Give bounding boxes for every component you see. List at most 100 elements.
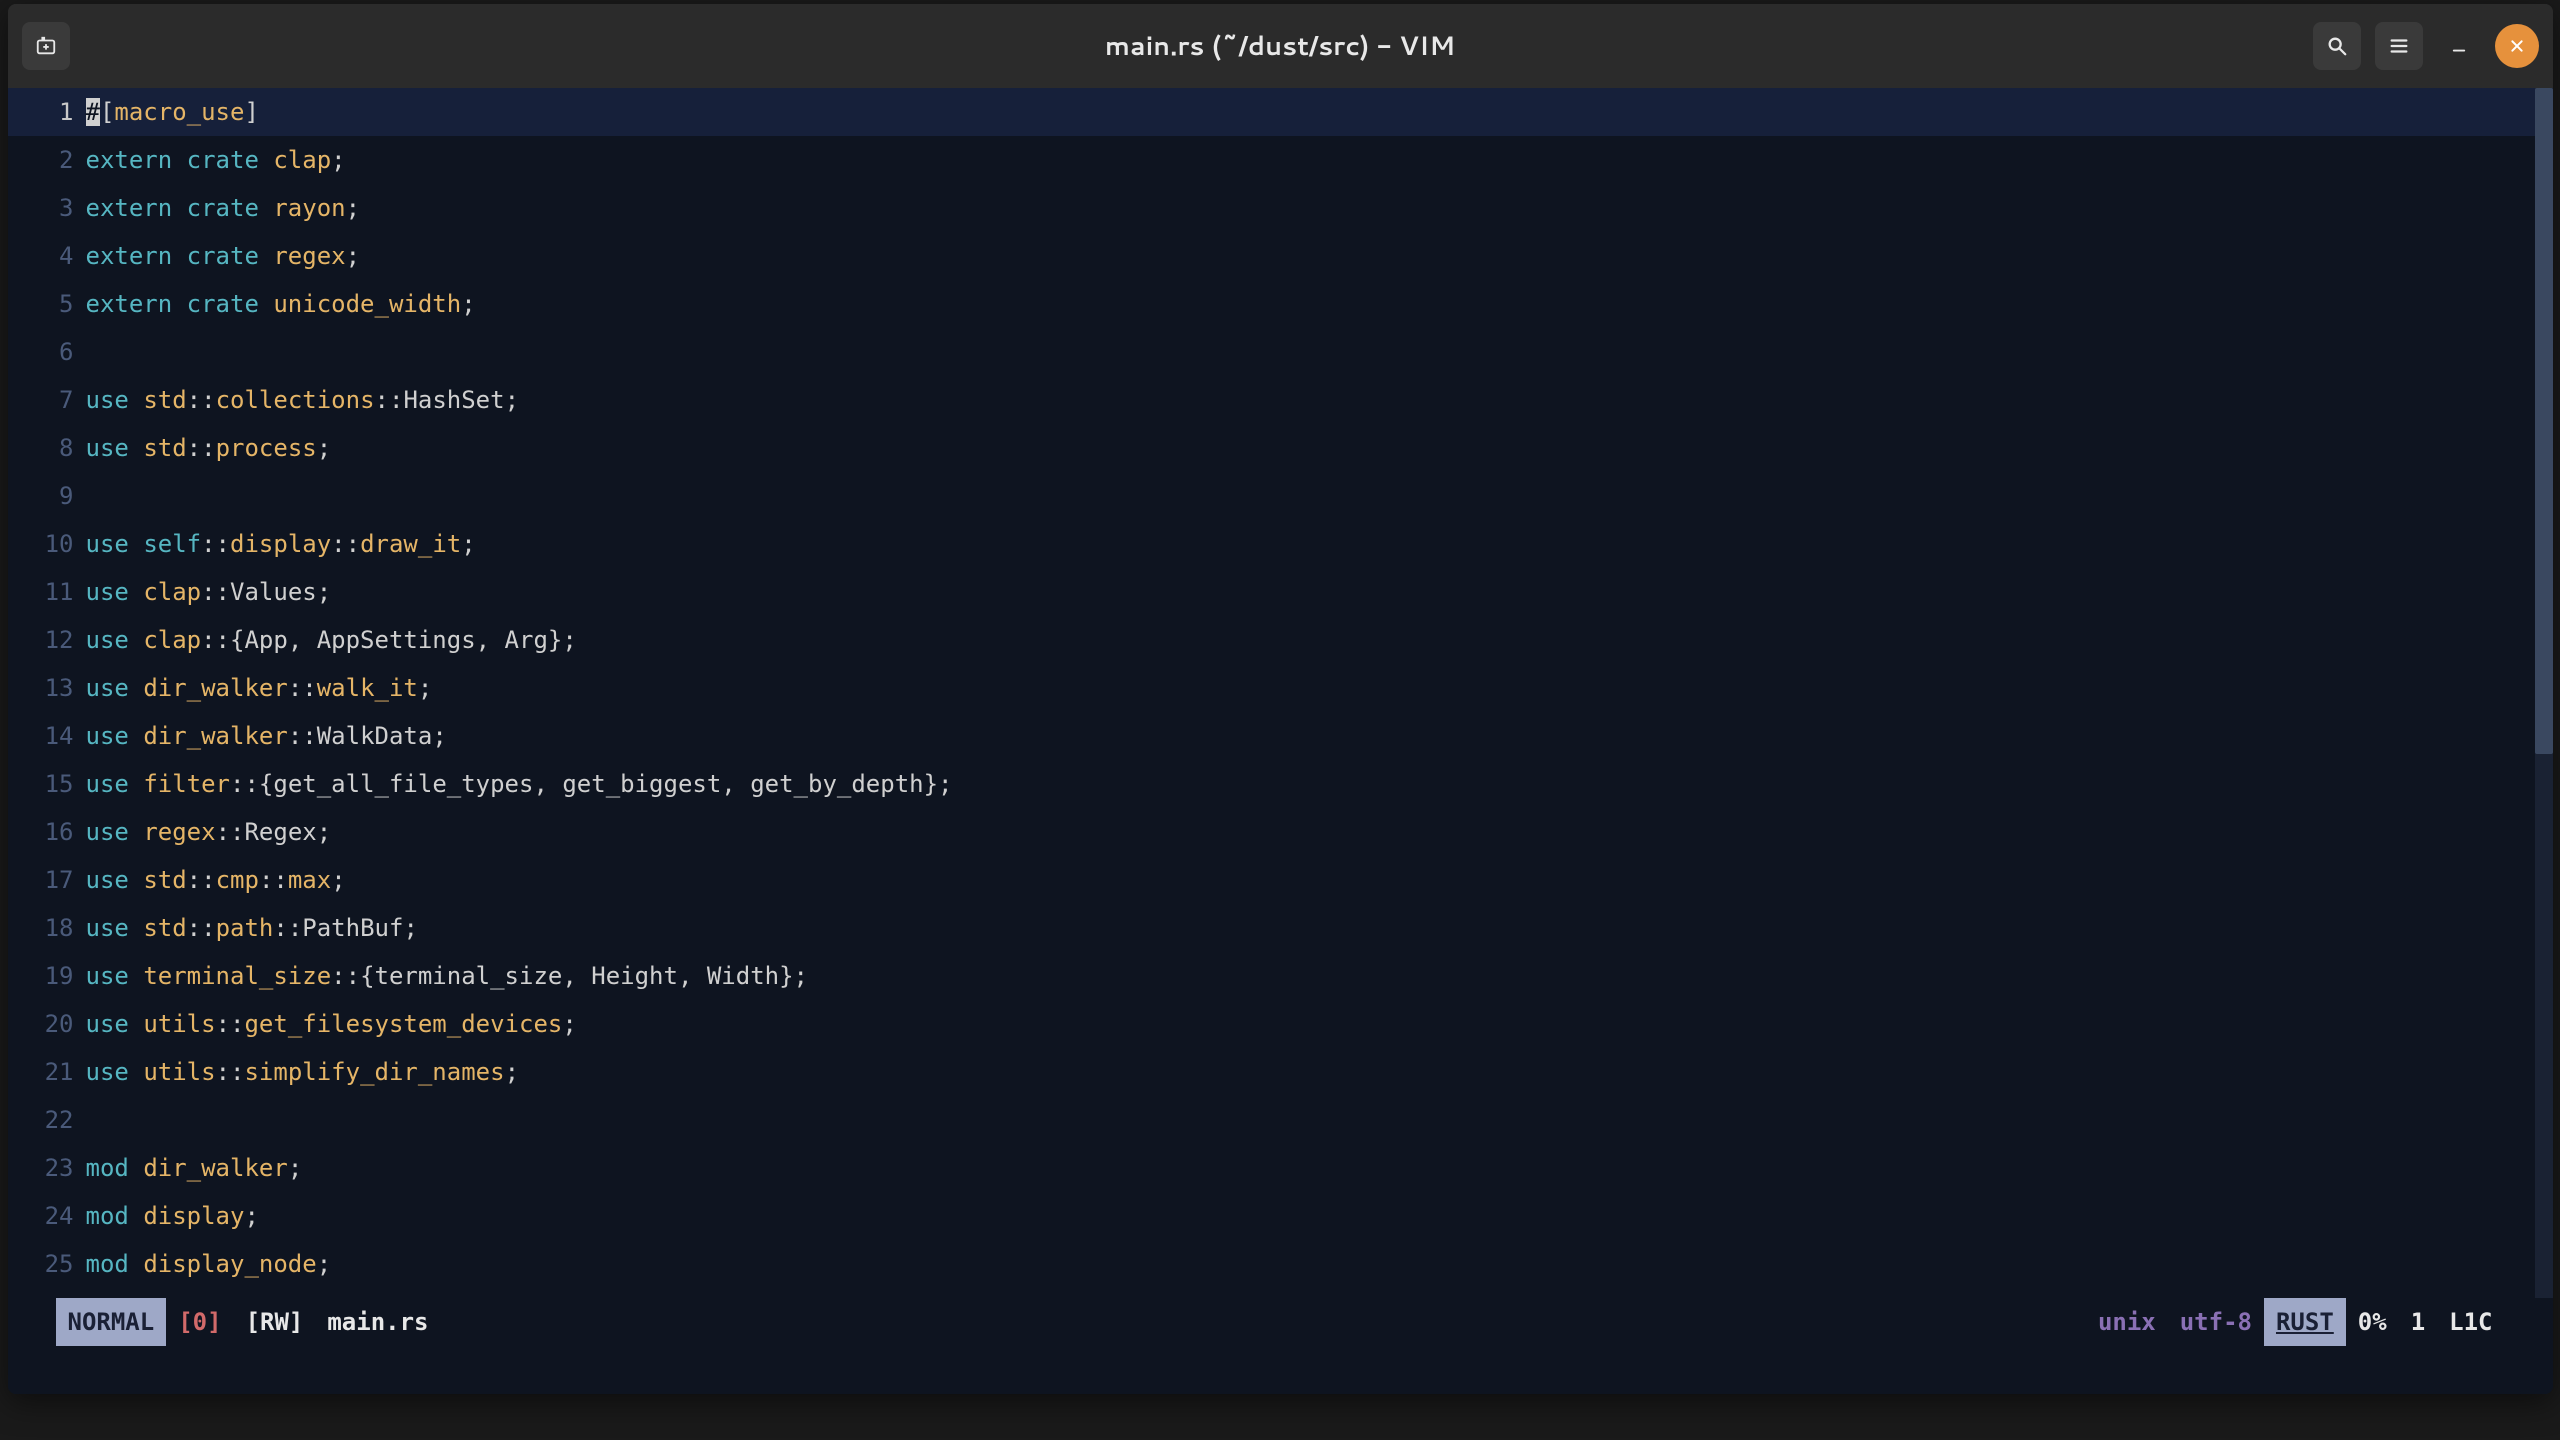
line-number: 7 (8, 376, 86, 424)
code-line[interactable]: 11use clap::Values; (8, 568, 2553, 616)
code-line[interactable]: 19use terminal_size::{terminal_size, Hei… (8, 952, 2553, 1000)
code-line[interactable]: 24mod display; (8, 1192, 2553, 1240)
code-line[interactable]: 5extern crate unicode_width; (8, 280, 2553, 328)
code-text[interactable]: use utils::simplify_dir_names; (86, 1048, 2553, 1096)
line-number: 9 (8, 472, 86, 520)
code-line[interactable]: 25mod display_node; (8, 1240, 2553, 1288)
code-line[interactable]: 20use utils::get_filesystem_devices; (8, 1000, 2553, 1048)
status-percent: 0% (2346, 1298, 2399, 1346)
line-number: 4 (8, 232, 86, 280)
command-area[interactable] (8, 1346, 2553, 1394)
code-text[interactable]: use dir_walker::WalkData; (86, 712, 2553, 760)
code-line[interactable]: 14use dir_walker::WalkData; (8, 712, 2553, 760)
code-text[interactable]: use terminal_size::{terminal_size, Heigh… (86, 952, 2553, 1000)
status-rw: [RW] (234, 1298, 316, 1346)
code-text[interactable]: use filter::{get_all_file_types, get_big… (86, 760, 2553, 808)
code-text[interactable] (86, 328, 2553, 376)
line-number: 25 (8, 1240, 86, 1288)
code-line[interactable]: 12use clap::{App, AppSettings, Arg}; (8, 616, 2553, 664)
code-text[interactable]: mod display_node; (86, 1240, 2553, 1288)
line-number: 18 (8, 904, 86, 952)
line-number: 11 (8, 568, 86, 616)
status-language: RUST (2264, 1298, 2346, 1346)
line-number: 16 (8, 808, 86, 856)
code-text[interactable]: #[macro_use] (86, 88, 2553, 136)
code-line[interactable]: 15use filter::{get_all_file_types, get_b… (8, 760, 2553, 808)
close-icon (2509, 38, 2525, 54)
code-line[interactable]: 13use dir_walker::walk_it; (8, 664, 2553, 712)
line-number: 5 (8, 280, 86, 328)
code-text[interactable]: use std::path::PathBuf; (86, 904, 2553, 952)
line-number: 22 (8, 1096, 86, 1144)
code-line[interactable]: 23mod dir_walker; (8, 1144, 2553, 1192)
code-line[interactable]: 1#[macro_use] (8, 88, 2553, 136)
code-line[interactable]: 21use utils::simplify_dir_names; (8, 1048, 2553, 1096)
code-text[interactable]: use std::process; (86, 424, 2553, 472)
close-button[interactable] (2495, 24, 2539, 68)
line-number: 6 (8, 328, 86, 376)
code-text[interactable]: extern crate clap; (86, 136, 2553, 184)
code-line[interactable]: 6 (8, 328, 2553, 376)
line-number: 15 (8, 760, 86, 808)
code-text[interactable] (86, 472, 2553, 520)
line-number: 17 (8, 856, 86, 904)
status-modified: [0] (166, 1298, 233, 1346)
scrollbar[interactable] (2535, 88, 2553, 1298)
terminal-window: main.rs (~/dust/src) - VIM (8, 4, 2553, 1394)
code-line[interactable]: 17use std::cmp::max; (8, 856, 2553, 904)
code-text[interactable]: use dir_walker::walk_it; (86, 664, 2553, 712)
line-number: 21 (8, 1048, 86, 1096)
code-text[interactable]: use std::cmp::max; (86, 856, 2553, 904)
code-line[interactable]: 9 (8, 472, 2553, 520)
code-text[interactable]: use utils::get_filesystem_devices; (86, 1000, 2553, 1048)
code-line[interactable]: 18use std::path::PathBuf; (8, 904, 2553, 952)
code-text[interactable]: extern crate regex; (86, 232, 2553, 280)
code-area[interactable]: 1#[macro_use]2extern crate clap;3extern … (8, 88, 2553, 1298)
code-text[interactable]: extern crate unicode_width; (86, 280, 2553, 328)
statusline: NORMAL [0] [RW] main.rs unix utf-8 RUST … (8, 1298, 2553, 1346)
status-os: unix (2086, 1298, 2168, 1346)
code-text[interactable]: use std::collections::HashSet; (86, 376, 2553, 424)
line-number: 10 (8, 520, 86, 568)
search-icon (2326, 35, 2348, 57)
status-encoding: utf-8 (2168, 1298, 2264, 1346)
line-number: 20 (8, 1000, 86, 1048)
status-line: 1 (2399, 1298, 2437, 1346)
minimize-button[interactable] (2437, 24, 2481, 68)
code-text[interactable]: use clap::{App, AppSettings, Arg}; (86, 616, 2553, 664)
line-number: 1 (8, 88, 86, 136)
code-text[interactable]: extern crate rayon; (86, 184, 2553, 232)
scrollbar-thumb[interactable] (2535, 88, 2553, 754)
code-line[interactable]: 22 (8, 1096, 2553, 1144)
code-text[interactable]: mod display; (86, 1192, 2553, 1240)
code-line[interactable]: 3extern crate rayon; (8, 184, 2553, 232)
code-text[interactable]: use regex::Regex; (86, 808, 2553, 856)
code-text[interactable]: use clap::Values; (86, 568, 2553, 616)
line-number: 12 (8, 616, 86, 664)
code-text[interactable]: mod dir_walker; (86, 1144, 2553, 1192)
code-line[interactable]: 8use std::process; (8, 424, 2553, 472)
line-number: 8 (8, 424, 86, 472)
new-tab-icon (35, 35, 57, 57)
line-number: 2 (8, 136, 86, 184)
code-line[interactable]: 10use self::display::draw_it; (8, 520, 2553, 568)
code-line[interactable]: 7use std::collections::HashSet; (8, 376, 2553, 424)
hamburger-icon (2388, 35, 2410, 57)
status-mode: NORMAL (56, 1298, 167, 1346)
line-number: 13 (8, 664, 86, 712)
code-text[interactable]: use self::display::draw_it; (86, 520, 2553, 568)
search-button[interactable] (2313, 22, 2361, 70)
line-number: 19 (8, 952, 86, 1000)
editor-viewport[interactable]: 1#[macro_use]2extern crate clap;3extern … (8, 88, 2553, 1394)
window-title: main.rs (~/dust/src) - VIM (1105, 28, 1455, 64)
new-tab-button[interactable] (22, 22, 70, 70)
line-number: 24 (8, 1192, 86, 1240)
minimize-icon (2450, 37, 2468, 55)
menu-button[interactable] (2375, 22, 2423, 70)
code-line[interactable]: 16use regex::Regex; (8, 808, 2553, 856)
code-text[interactable] (86, 1096, 2553, 1144)
code-line[interactable]: 2extern crate clap; (8, 136, 2553, 184)
line-number: 3 (8, 184, 86, 232)
line-number: 14 (8, 712, 86, 760)
code-line[interactable]: 4extern crate regex; (8, 232, 2553, 280)
